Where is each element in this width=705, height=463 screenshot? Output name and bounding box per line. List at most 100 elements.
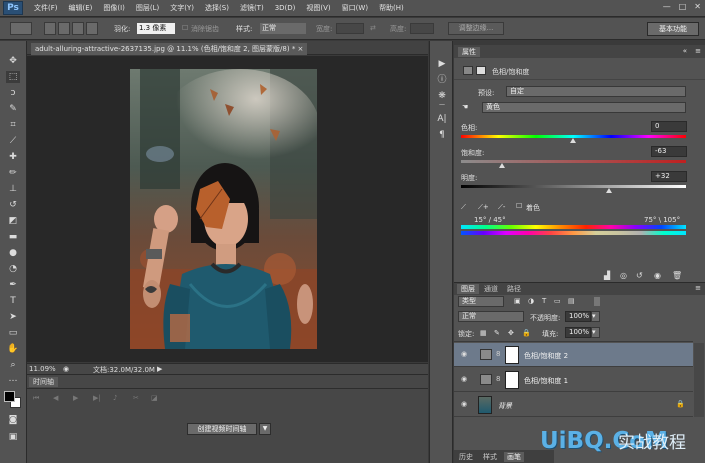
path-select-tool-icon[interactable]: ➤ <box>6 311 20 323</box>
channel-select[interactable]: 黄色 <box>482 102 686 113</box>
status-info-icon[interactable]: ◉ <box>63 365 69 373</box>
feather-input[interactable]: 1.3 像素 <box>137 23 175 34</box>
clone-stamp-tool-icon[interactable]: ⊥ <box>6 183 20 195</box>
layer-row-hue-sat-1[interactable]: ◉ 8 色相/饱和度 1 <box>454 368 693 392</box>
visibility-eye-icon[interactable]: ◉ <box>459 400 469 410</box>
tab-brush[interactable]: 画笔 <box>504 452 524 462</box>
dodge-tool-icon[interactable]: ◔ <box>6 263 20 275</box>
chevron-down-icon[interactable]: ▼ <box>259 423 271 435</box>
menu-view[interactable]: 视图(V) <box>306 3 330 13</box>
filter-smart-icon[interactable]: ▤ <box>568 297 575 305</box>
document-tab[interactable]: adult-alluring-attractive-2637135.jpg @ … <box>31 43 308 55</box>
lock-transparent-icon[interactable]: ▦ <box>480 329 487 337</box>
prev-frame-icon[interactable]: ◀ <box>53 394 58 402</box>
play-actions-icon[interactable]: ▶ <box>436 58 448 70</box>
timeline-tab[interactable]: 时间轴 <box>29 377 58 387</box>
hue-value[interactable]: 0 <box>651 121 687 132</box>
play-icon[interactable]: ▶ <box>73 394 78 402</box>
quick-select-tool-icon[interactable]: ✎ <box>6 103 20 115</box>
first-frame-icon[interactable]: ⏮ <box>33 394 39 403</box>
layers-scrollbar[interactable] <box>694 343 704 417</box>
marquee-preset-icon[interactable] <box>10 22 32 35</box>
layer-mask-thumbnail[interactable] <box>505 371 519 389</box>
blend-mode-select[interactable]: 正常 <box>458 311 524 322</box>
hand-tool-icon[interactable]: ✋ <box>6 343 20 355</box>
filter-adjustment-icon[interactable]: ◑ <box>528 297 534 305</box>
panel-menu-icon[interactable]: ≡ <box>695 47 701 55</box>
canvas-area[interactable] <box>27 56 428 362</box>
cut-icon[interactable]: ✂ <box>133 394 139 402</box>
lightness-slider-thumb[interactable] <box>606 188 612 193</box>
brush-tool-icon[interactable]: ✏ <box>6 167 20 179</box>
workspace-switcher[interactable]: 基本功能 <box>647 22 699 36</box>
fill-dropdown[interactable]: ▾ <box>591 327 600 338</box>
layer-name[interactable]: 色相/饱和度 2 <box>524 351 568 361</box>
subtract-selection-icon[interactable] <box>72 22 84 35</box>
properties-tab[interactable]: 属性 <box>458 47 480 57</box>
transition-icon[interactable]: ◪ <box>151 394 158 402</box>
zoom-level[interactable]: 11.09% <box>29 365 56 373</box>
eraser-tool-icon[interactable]: ◩ <box>6 215 20 227</box>
visibility-icon[interactable]: ◉ <box>654 271 661 280</box>
eyedropper-tool-icon[interactable]: ⟋ <box>6 135 20 147</box>
minimize-icon[interactable]: — <box>663 2 671 11</box>
screen-mode-icon[interactable]: ▣ <box>6 431 20 443</box>
create-video-timeline-button[interactable]: 创建视频时间轴 <box>187 423 257 435</box>
lasso-tool-icon[interactable]: ↄ <box>6 87 20 99</box>
blur-tool-icon[interactable]: ● <box>6 247 20 259</box>
hue-slider-thumb[interactable] <box>570 138 576 143</box>
layer-name[interactable]: 色相/饱和度 1 <box>524 376 568 386</box>
preset-select[interactable]: 自定 <box>506 86 686 97</box>
shape-tool-icon[interactable]: ▭ <box>6 327 20 339</box>
intersect-selection-icon[interactable] <box>86 22 98 35</box>
fill-input[interactable]: 100% <box>565 327 591 338</box>
close-icon[interactable]: ✕ <box>694 2 701 11</box>
menu-layer[interactable]: 图层(L) <box>136 3 159 13</box>
layers-panel-menu-icon[interactable]: ≡ <box>695 284 701 292</box>
color-ramp-bottom[interactable] <box>461 231 686 235</box>
lock-all-icon[interactable]: 🔒 <box>522 329 531 337</box>
tab-paths[interactable]: 路径 <box>503 284 525 294</box>
layer-mask-thumbnail[interactable] <box>505 346 519 364</box>
menu-window[interactable]: 窗口(W) <box>342 3 368 13</box>
opacity-input[interactable]: 100% <box>565 311 591 322</box>
refine-edge-button[interactable]: 调整边缘... <box>448 22 504 35</box>
visibility-eye-icon[interactable]: ◉ <box>459 375 469 385</box>
add-selection-icon[interactable] <box>58 22 70 35</box>
foreground-color-swatch-top[interactable] <box>4 391 15 402</box>
width-input[interactable] <box>336 23 364 34</box>
filter-pixel-icon[interactable]: ▣ <box>514 297 521 305</box>
layer-filter-select[interactable]: 类型 <box>458 296 504 307</box>
antialias-checkbox[interactable]: ☐ <box>182 24 188 32</box>
visibility-eye-icon[interactable]: ◉ <box>459 350 469 360</box>
delete-icon[interactable]: 🗑 <box>672 271 682 280</box>
new-selection-icon[interactable] <box>44 22 56 35</box>
mask-icon[interactable] <box>476 66 486 75</box>
quick-mask-icon[interactable]: ◙ <box>6 414 20 426</box>
menu-3d[interactable]: 3D(D) <box>275 4 296 12</box>
view-previous-icon[interactable]: ◎ <box>620 271 627 280</box>
tab-styles[interactable]: 样式 <box>480 452 500 462</box>
menu-edit[interactable]: 编辑(E) <box>69 3 93 13</box>
move-tool-icon[interactable]: ✥ <box>6 55 20 67</box>
saturation-slider-thumb[interactable] <box>499 163 505 168</box>
height-input[interactable] <box>410 23 434 34</box>
gradient-tool-icon[interactable]: ▬ <box>6 231 20 243</box>
lightness-value[interactable]: +32 <box>651 171 687 182</box>
saturation-slider[interactable] <box>461 160 686 163</box>
eyedropper-icon[interactable]: ⟋ <box>461 203 466 212</box>
zoom-tool-icon[interactable]: ⌕ <box>6 359 20 371</box>
filter-type-icon[interactable]: T <box>542 297 546 305</box>
healing-tool-icon[interactable]: ✚ <box>6 151 20 163</box>
colorize-checkbox[interactable]: ☐ <box>516 202 522 210</box>
layer-row-background[interactable]: ◉ 背景 🔒 <box>454 393 693 417</box>
menu-image[interactable]: 图像(I) <box>103 3 125 13</box>
targeted-adjust-icon[interactable]: ☚ <box>462 103 468 111</box>
clip-to-layer-icon[interactable]: ▟ <box>604 271 610 280</box>
tab-channels[interactable]: 通道 <box>480 284 502 294</box>
tab-history[interactable]: 历史 <box>456 452 476 462</box>
link-icon[interactable]: 8 <box>496 375 502 385</box>
swap-icon[interactable]: ⇄ <box>370 24 376 32</box>
layer-row-hue-sat-2[interactable]: ◉ 8 色相/饱和度 2 <box>454 343 693 367</box>
menu-help[interactable]: 帮助(H) <box>379 3 404 13</box>
